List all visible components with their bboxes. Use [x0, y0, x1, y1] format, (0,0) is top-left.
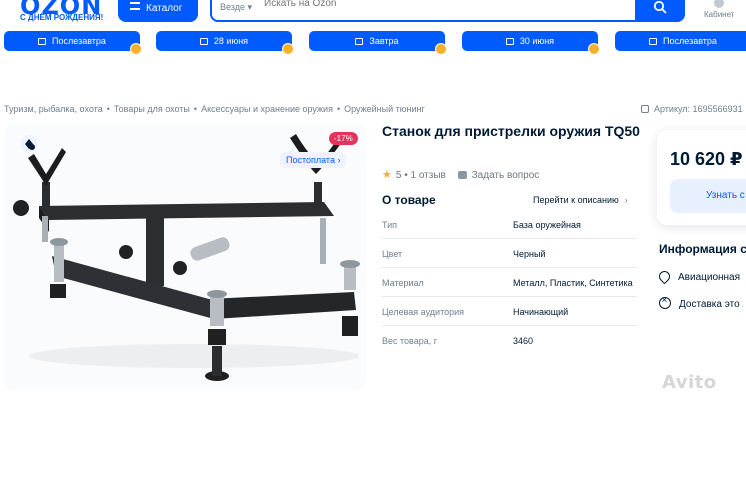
- search-input[interactable]: [264, 0, 624, 9]
- about-title: О товаре: [382, 193, 436, 207]
- spec-key: Материал: [382, 278, 424, 288]
- close-circle-icon: [659, 295, 671, 309]
- delivery-chip[interactable]: Послезавтра: [615, 31, 746, 51]
- spec-row: Целевая аудитория Начинающий: [382, 297, 637, 326]
- spec-key: Цвет: [382, 249, 403, 259]
- coin-icon: [435, 43, 447, 55]
- info-row[interactable]: Доставка это: [659, 295, 740, 310]
- calendar-icon: [505, 38, 514, 45]
- to-description-link[interactable]: Перейти к описанию ›: [533, 195, 628, 205]
- search-scope-dropdown[interactable]: Везде ▾: [220, 2, 252, 13]
- breadcrumb-separator: •: [336, 104, 341, 114]
- logo-subtitle: С ДНЁМ РОЖДЕНИЯ!: [20, 13, 104, 22]
- calendar-icon: [649, 38, 658, 45]
- info-row[interactable]: Авиационная: [656, 268, 741, 285]
- delivery-chip[interactable]: 30 июня: [462, 31, 600, 55]
- ask-question-link[interactable]: Задать вопрос: [472, 170, 540, 181]
- search-icon: [653, 0, 667, 14]
- spec-row: Вес товара, г 3460: [382, 326, 637, 355]
- breadcrumb-item[interactable]: Туризм, рыбалка, охота: [4, 104, 103, 114]
- to-description-label: Перейти к описанию: [533, 195, 619, 205]
- spec-key: Вес товара, г: [382, 336, 438, 346]
- info-title: Информация с: [659, 242, 746, 256]
- delivery-chip-label: 30 июня: [519, 36, 555, 46]
- postoplata-badge[interactable]: Постоплата ›: [280, 152, 347, 168]
- menu-icon: [130, 2, 140, 10]
- discount-badge: -17%: [329, 132, 358, 145]
- rating-row: ★ 5 • 1 отзыв Задать вопрос: [382, 169, 540, 181]
- spec-key: Тип: [382, 220, 398, 230]
- breadcrumb-separator: •: [106, 104, 110, 114]
- spec-value: Металл, Пластик, Синтетика: [513, 278, 633, 288]
- delivery-chip-label: Послезавтра: [663, 36, 717, 46]
- breadcrumb-item[interactable]: Аксессуары и хранение оружия: [201, 104, 333, 114]
- delivery-chip-label: Завтра: [369, 36, 399, 46]
- search-bar: Везде ▾: [210, 0, 685, 22]
- catalog-button-label: Каталог: [146, 3, 183, 14]
- spec-row: Материал Металл, Пластик, Синтетика: [382, 268, 637, 297]
- delivery-chip[interactable]: Послезавтра: [4, 31, 142, 55]
- info-row-label: Доставка это: [679, 299, 740, 310]
- product-image-card[interactable]: -17% Постоплата ›: [4, 124, 366, 390]
- price-card: 10 620 ₽ Узнать с: [657, 130, 746, 225]
- user-icon[interactable]: [714, 0, 724, 8]
- delivery-chip[interactable]: Завтра: [309, 31, 447, 55]
- product-title: Станок для пристрелки оружия TQ50: [382, 123, 640, 139]
- location-pin-icon: [656, 268, 673, 285]
- info-row-label: Авиационная: [678, 272, 741, 283]
- chevron-right-icon: ›: [624, 195, 628, 205]
- coin-icon: [130, 43, 142, 55]
- spec-value: Начинающий: [513, 307, 569, 317]
- search-button[interactable]: [635, 0, 685, 22]
- cabinet-link[interactable]: Кабинет: [704, 10, 734, 19]
- spec-key: Целевая аудитория: [382, 307, 464, 317]
- spec-row: Цвет Черный: [382, 239, 637, 268]
- spec-row: Тип База оружейная: [382, 210, 637, 239]
- catalog-button[interactable]: Каталог: [118, 0, 198, 22]
- breadcrumb-item[interactable]: Товары для охоты: [114, 104, 190, 114]
- calendar-icon: [355, 38, 364, 45]
- specs-table: Тип База оружейная Цвет Черный Материал …: [382, 210, 637, 355]
- avito-watermark: Avito: [662, 372, 717, 393]
- delivery-chip-label: 28 июня: [213, 36, 249, 46]
- star-icon: ★: [382, 169, 392, 181]
- coin-icon: [282, 43, 294, 55]
- know-price-button[interactable]: Узнать с: [670, 179, 746, 213]
- article-number[interactable]: Артикул: 1695566931: [641, 104, 743, 114]
- calendar-icon: [199, 38, 208, 45]
- price: 10 620 ₽: [670, 149, 743, 169]
- spec-value: Черный: [513, 249, 546, 259]
- reviews-link[interactable]: 1 отзыв: [411, 170, 446, 181]
- rating-value: 5: [395, 170, 402, 181]
- delivery-chip[interactable]: 28 июня: [156, 31, 294, 55]
- breadcrumb-separator: •: [193, 104, 198, 114]
- coin-icon: [588, 43, 600, 55]
- breadcrumb: Туризм, рыбалка, охота • Товары для охоты •…: [4, 104, 425, 114]
- spec-value: База оружейная: [513, 220, 581, 230]
- calendar-icon: [38, 38, 47, 45]
- delivery-chip-label: Послезавтра: [52, 36, 106, 46]
- breadcrumb-item[interactable]: Оружейный тюнинг: [344, 104, 425, 114]
- article-label: Артикул: 1695566931: [654, 104, 743, 114]
- spec-value: 3460: [513, 336, 534, 346]
- header: OZON С ДНЁМ РОЖДЕНИЯ! Каталог Везде ▾ Ка…: [0, 0, 746, 26]
- chat-icon: [457, 171, 467, 179]
- copy-icon: [641, 105, 649, 113]
- compare-icon[interactable]: [20, 135, 38, 153]
